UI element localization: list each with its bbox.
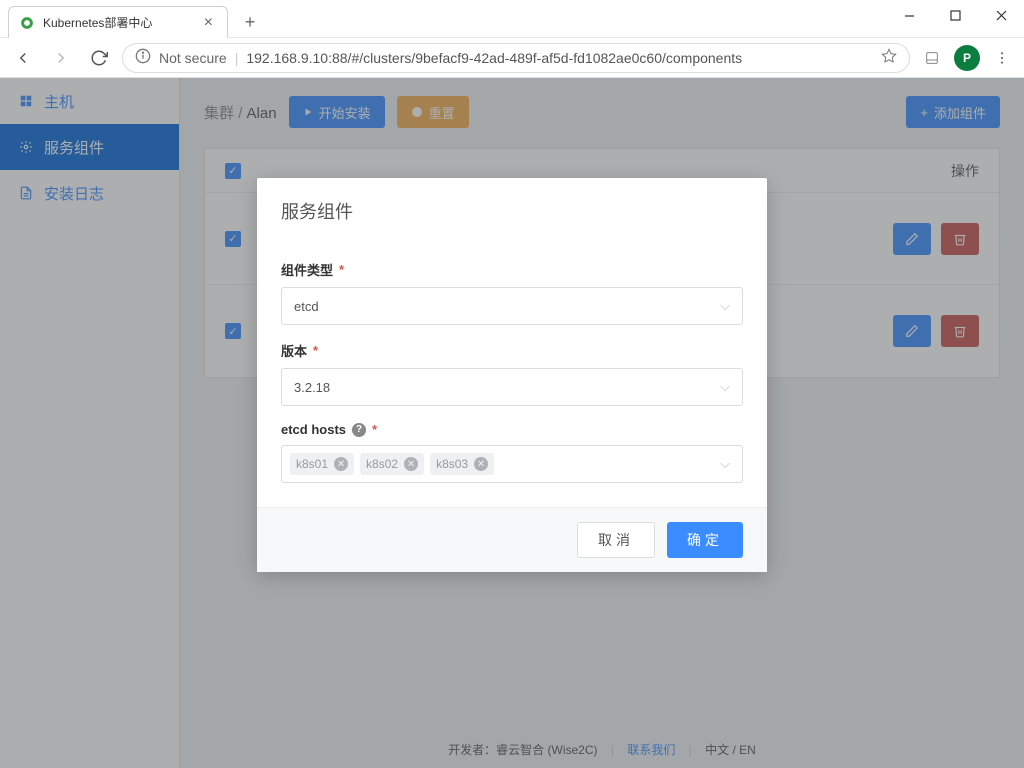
browser-tab-strip: Kubernetes部署中心 × + <box>0 0 1024 38</box>
tag-remove-icon[interactable]: ✕ <box>334 457 348 471</box>
address-bar[interactable]: Not secure | 192.168.9.10:88/#/clusters/… <box>122 43 910 73</box>
required-mark: * <box>313 343 318 358</box>
extension-icon[interactable] <box>918 44 946 72</box>
required-mark: * <box>339 262 344 277</box>
etcd-hosts-select[interactable]: k8s01✕ k8s02✕ k8s03✕ ⌵ <box>281 445 743 483</box>
chevron-down-icon: ⌵ <box>720 298 730 314</box>
cancel-button[interactable]: 取消 <box>577 522 655 558</box>
host-tag: k8s03✕ <box>430 453 494 475</box>
star-icon[interactable] <box>881 48 897 67</box>
window-maximize-button[interactable] <box>932 0 978 30</box>
component-modal: 服务组件 组件类型 * etcd ⌵ 版本 * 3.2.18 ⌵ <box>257 178 767 572</box>
nav-reload-button[interactable] <box>84 43 114 73</box>
security-status: Not secure <box>159 50 227 66</box>
field-version: 版本 * 3.2.18 ⌵ <box>281 341 743 406</box>
chevron-down-icon: ⌵ <box>720 379 730 395</box>
new-tab-button[interactable]: + <box>236 8 264 36</box>
modal-overlay[interactable]: 服务组件 组件类型 * etcd ⌵ 版本 * 3.2.18 ⌵ <box>0 78 1024 768</box>
url-text: 192.168.9.10:88/#/clusters/9befacf9-42ad… <box>246 50 873 66</box>
modal-title: 服务组件 <box>257 178 767 234</box>
window-minimize-button[interactable] <box>886 0 932 30</box>
browser-toolbar: Not secure | 192.168.9.10:88/#/clusters/… <box>0 38 1024 78</box>
tab-favicon <box>19 15 35 31</box>
tag-remove-icon[interactable]: ✕ <box>474 457 488 471</box>
component-type-select[interactable]: etcd ⌵ <box>281 287 743 325</box>
host-tag: k8s02✕ <box>360 453 424 475</box>
nav-forward-button[interactable] <box>46 43 76 73</box>
confirm-button[interactable]: 确定 <box>667 522 743 558</box>
browser-tab[interactable]: Kubernetes部署中心 × <box>8 6 228 38</box>
version-select[interactable]: 3.2.18 ⌵ <box>281 368 743 406</box>
profile-avatar[interactable]: P <box>954 45 980 71</box>
tab-close-icon[interactable]: × <box>200 14 217 32</box>
window-close-button[interactable] <box>978 0 1024 30</box>
field-etcd-hosts: etcd hosts ? * k8s01✕ k8s02✕ k8s03✕ ⌵ <box>281 422 743 483</box>
app-root: 主机 服务组件 安装日志 集群 / Alan 开始安装 重置 <box>0 78 1024 768</box>
required-mark: * <box>372 422 377 437</box>
chevron-down-icon: ⌵ <box>720 456 730 472</box>
nav-back-button[interactable] <box>8 43 38 73</box>
tag-remove-icon[interactable]: ✕ <box>404 457 418 471</box>
host-tag: k8s01✕ <box>290 453 354 475</box>
tab-title: Kubernetes部署中心 <box>43 14 200 31</box>
field-component-type: 组件类型 * etcd ⌵ <box>281 260 743 325</box>
help-icon[interactable]: ? <box>352 423 366 437</box>
info-icon <box>135 48 151 67</box>
browser-menu-button[interactable] <box>988 44 1016 72</box>
